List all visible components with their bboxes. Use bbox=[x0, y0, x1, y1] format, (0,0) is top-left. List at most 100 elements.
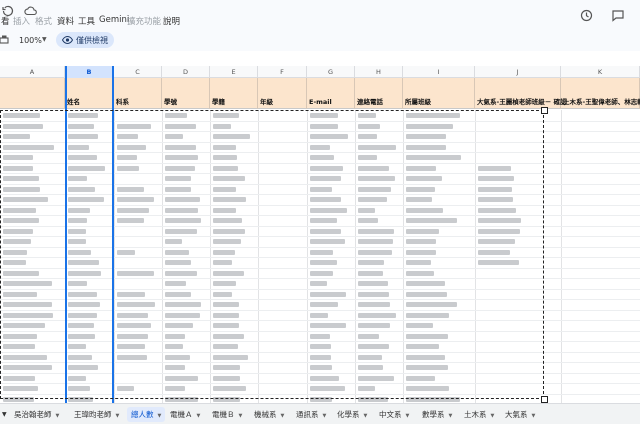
redacted-cell bbox=[478, 186, 512, 192]
header-cell[interactable]: 土木系-王聖偉老師、林志軒 bbox=[561, 78, 640, 109]
sheet-tab[interactable]: 數學系 ▼ bbox=[422, 407, 452, 422]
chevron-down-icon[interactable]: ▼ bbox=[281, 413, 285, 419]
chevron-down-icon[interactable]: ▼ bbox=[532, 413, 536, 419]
redacted-cell bbox=[117, 291, 146, 297]
sheet-tab-bar: ▼ 吳治翰老師 ▼ 王瑋昀老師 ▼ 總人數 ▼ 電機Ａ ▼ 電機Ｂ ▼ 機械系 ▼ 通訊系 ▼ 化學系 ▼ 中文系… bbox=[0, 403, 640, 424]
zoom-select[interactable]: 100% bbox=[19, 36, 42, 45]
menu-item[interactable]: 看 bbox=[1, 15, 10, 27]
redacted-cell bbox=[213, 260, 233, 265]
column-header-b[interactable]: B bbox=[65, 66, 114, 78]
header-cell[interactable] bbox=[0, 78, 65, 109]
header-cell-label: E-mail bbox=[309, 98, 332, 106]
sheet-tab-label: 通訊系 bbox=[296, 410, 319, 419]
data-grid[interactable] bbox=[0, 110, 640, 403]
redacted-cell bbox=[68, 260, 99, 265]
chevron-down-icon[interactable]: ▼ bbox=[239, 413, 243, 419]
selection-handle[interactable] bbox=[541, 396, 548, 403]
sheet-tab[interactable]: 化學系 ▼ bbox=[337, 407, 367, 422]
sheet-tab-label: 大氣系 bbox=[505, 410, 528, 419]
menu-item[interactable]: Gemini bbox=[99, 15, 129, 25]
header-cell[interactable]: 學籍 bbox=[210, 78, 258, 109]
header-cell[interactable]: 連絡電話 bbox=[355, 78, 403, 109]
column-header-c[interactable]: C bbox=[114, 66, 162, 78]
header-cell[interactable]: 學號 bbox=[162, 78, 210, 109]
sheet-tab[interactable]: 總人數 ▼ bbox=[127, 407, 166, 422]
view-only-button[interactable]: 僅供檢視 bbox=[56, 32, 114, 48]
redacted-cell bbox=[406, 186, 436, 192]
grid-row-line bbox=[0, 215, 640, 216]
chevron-down-icon[interactable]: ▼ bbox=[449, 413, 453, 419]
redacted-cell bbox=[68, 333, 96, 339]
chevron-down-icon[interactable]: ▼ bbox=[158, 413, 162, 419]
grid-row-line bbox=[0, 120, 640, 122]
sheet-tab[interactable]: 通訊系 ▼ bbox=[296, 407, 326, 422]
header-cell[interactable]: 姓名 bbox=[65, 78, 114, 109]
redacted-cell bbox=[358, 144, 397, 150]
redacted-cell bbox=[406, 281, 446, 286]
redacted-cell bbox=[213, 281, 237, 286]
redacted-cell bbox=[165, 281, 186, 286]
redacted-cell bbox=[165, 207, 198, 213]
sheet-tab[interactable]: 機械系 ▼ bbox=[254, 407, 284, 422]
column-header-k[interactable]: K bbox=[561, 66, 640, 78]
sheet-tab[interactable]: 吳治翰老師 ▼ bbox=[14, 407, 59, 422]
sheet-tab[interactable]: 大氣系 ▼ bbox=[505, 407, 535, 422]
column-header-f[interactable]: F bbox=[258, 66, 307, 78]
column-header-g[interactable]: G bbox=[307, 66, 355, 78]
header-cell[interactable]: 科系 bbox=[114, 78, 162, 109]
redacted-cell bbox=[310, 270, 333, 276]
comment-icon[interactable] bbox=[611, 9, 625, 22]
sheet-tab[interactable]: 電機Ａ ▼ bbox=[170, 407, 200, 422]
selection-handle[interactable] bbox=[541, 107, 548, 114]
chevron-down-icon[interactable]: ▼ bbox=[323, 413, 327, 419]
chevron-down-icon[interactable]: ▼ bbox=[197, 413, 201, 419]
menu-item[interactable]: 說明 bbox=[163, 15, 180, 27]
redacted-cell bbox=[310, 123, 338, 129]
redacted-cell bbox=[358, 375, 395, 381]
sheet-tab[interactable]: 中文系 ▼ bbox=[379, 407, 409, 422]
column-header-j[interactable]: J bbox=[475, 66, 561, 78]
redacted-cell bbox=[310, 291, 347, 297]
menu-item[interactable]: 工具 bbox=[78, 15, 95, 27]
grid-row-line bbox=[0, 309, 640, 311]
redacted-cell bbox=[117, 270, 154, 276]
redacted-cell bbox=[310, 333, 331, 339]
chevron-down-icon[interactable]: ▼ bbox=[491, 413, 495, 419]
chevron-down-icon[interactable]: ▼ bbox=[42, 36, 47, 43]
redacted-cell bbox=[358, 186, 391, 192]
redacted-cell bbox=[213, 228, 245, 234]
sheet-tab[interactable]: 王瑋昀老師 ▼ bbox=[74, 407, 119, 422]
print-icon[interactable] bbox=[0, 35, 9, 45]
column-header-a[interactable]: A bbox=[0, 66, 65, 78]
chevron-down-icon[interactable]: ▼ bbox=[364, 413, 368, 419]
header-cell[interactable]: 年級 bbox=[258, 78, 307, 109]
header-cell-label: 學號 bbox=[164, 98, 177, 106]
menu-item[interactable]: 格式 bbox=[35, 15, 52, 27]
redacted-cell bbox=[3, 333, 37, 339]
tab-overflow-caret-icon[interactable]: ▼ bbox=[2, 407, 7, 422]
redacted-cell bbox=[310, 344, 331, 349]
version-history-icon[interactable] bbox=[580, 9, 593, 22]
column-header-e[interactable]: E bbox=[210, 66, 258, 78]
column-header-h[interactable]: H bbox=[355, 66, 403, 78]
redacted-cell bbox=[213, 270, 244, 276]
sheet-tab[interactable]: 電機Ｂ ▼ bbox=[212, 407, 242, 422]
redacted-cell bbox=[358, 291, 390, 297]
header-cell[interactable]: 所屬班級 bbox=[403, 78, 475, 109]
column-header-d[interactable]: D bbox=[162, 66, 210, 78]
menu-item[interactable]: 資料 bbox=[57, 15, 74, 27]
grid-row-line bbox=[0, 131, 640, 132]
redacted-cell bbox=[213, 207, 236, 213]
header-cell[interactable]: E-mail bbox=[307, 78, 355, 109]
chevron-down-icon[interactable]: ▼ bbox=[406, 413, 410, 419]
menu-item[interactable]: 插入 bbox=[13, 15, 30, 27]
sheet-tab[interactable]: 土木系 ▼ bbox=[464, 407, 494, 422]
chevron-down-icon[interactable]: ▼ bbox=[56, 413, 60, 419]
chevron-down-icon[interactable]: ▼ bbox=[116, 413, 120, 419]
menu-item[interactable]: 擴充功能 bbox=[127, 15, 161, 27]
column-header-i[interactable]: I bbox=[403, 66, 475, 78]
redacted-cell bbox=[358, 239, 393, 244]
grid-row-line bbox=[0, 278, 640, 279]
redacted-cell bbox=[358, 207, 375, 213]
header-cell[interactable]: 大氣系-王麗楨老師班級－ 確認 bbox=[475, 78, 566, 109]
